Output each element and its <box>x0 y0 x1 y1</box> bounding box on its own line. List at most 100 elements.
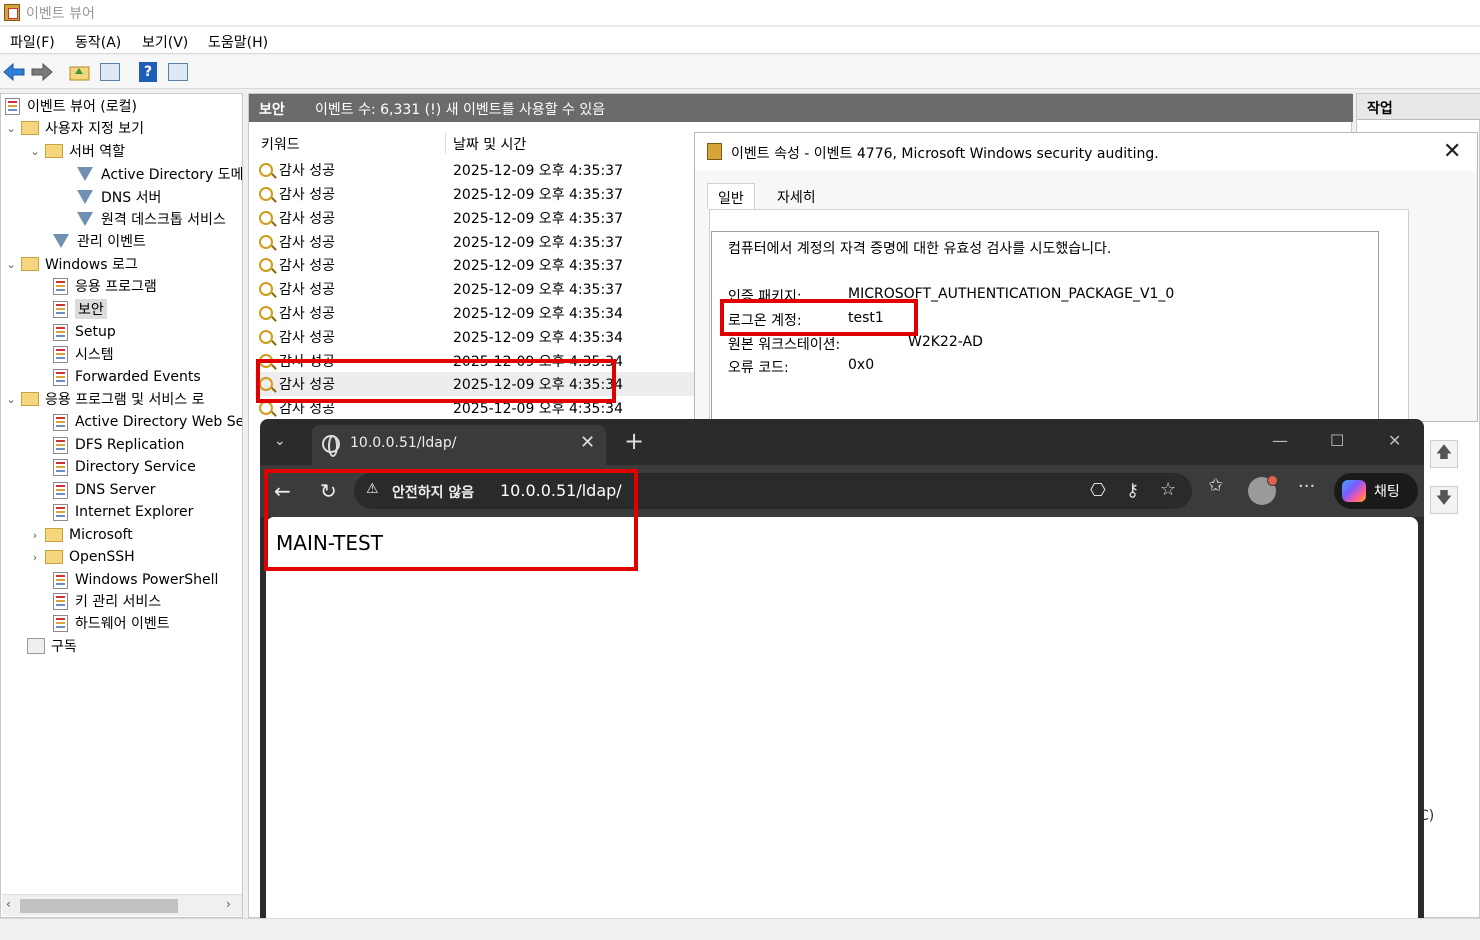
tree-ad-web[interactable]: Active Directory Web Ser <box>53 411 242 433</box>
actions-header: 작업 <box>1357 94 1480 120</box>
copilot-chat-button[interactable]: 채팅 <box>1334 473 1418 509</box>
back-arrow-icon[interactable] <box>2 60 26 84</box>
scrollbar-thumb[interactable] <box>20 899 178 913</box>
tab-close-icon[interactable]: ✕ <box>580 432 595 453</box>
favorites-icon[interactable]: ✩ <box>1208 475 1223 496</box>
tab-details[interactable]: 자세히 <box>767 183 826 209</box>
audit-success-key-icon <box>259 187 273 201</box>
dialog-title-bar: 이벤트 속성 - 이벤트 4776, Microsoft Windows sec… <box>695 133 1477 171</box>
tree-key-management[interactable]: 키 관리 서비스 <box>53 590 161 612</box>
event-list-columns: 키워드 날짜 및 시간 <box>255 130 695 156</box>
annotation-box-event-row <box>256 359 616 403</box>
move-up-icon[interactable]: 🡅 <box>1430 440 1458 468</box>
scroll-right-icon[interactable]: › <box>226 897 231 911</box>
log-name: 보안 <box>259 102 285 118</box>
open-folder-icon[interactable] <box>68 60 92 84</box>
show-hide-tree-icon[interactable] <box>98 60 122 84</box>
event-row[interactable]: 감사 성공 2025-12-09 오후 4:35:37 <box>255 158 695 182</box>
event-keyword: 감사 성공 <box>279 306 335 322</box>
tab-actions-chevron-icon[interactable]: ⌄ <box>274 433 286 449</box>
menu-bar: 파일(F) 동작(A) 보기(V) 도움말(H) <box>0 27 1480 54</box>
expand-chevron-icon[interactable]: ⌄ <box>5 122 17 135</box>
more-menu-icon[interactable]: ··· <box>1298 476 1315 497</box>
tree-dns-server[interactable]: DNS 서버 <box>77 186 161 208</box>
browser-tab[interactable]: 10.0.0.51/ldap/ ✕ <box>312 425 606 465</box>
copilot-icon[interactable]: ⎔ <box>1090 480 1106 501</box>
event-datetime: 2025-12-09 오후 4:35:37 <box>453 187 623 203</box>
tree-directory-service[interactable]: Directory Service <box>53 456 196 478</box>
scroll-left-icon[interactable]: ‹ <box>6 897 11 911</box>
close-icon[interactable]: ✕ <box>1443 139 1461 164</box>
tree-hardware-events[interactable]: 하드웨어 이벤트 <box>53 612 170 634</box>
window-close-icon[interactable]: ✕ <box>1388 431 1401 450</box>
menu-file[interactable]: 파일(F) <box>10 32 55 52</box>
tree-setup[interactable]: Setup <box>53 321 116 343</box>
event-row[interactable]: 감사 성공 2025-12-09 오후 4:35:37 <box>255 230 695 254</box>
profile-avatar[interactable] <box>1248 475 1278 505</box>
event-datetime: 2025-12-09 오후 4:35:37 <box>453 163 623 179</box>
folder-icon <box>21 257 39 271</box>
minimize-icon[interactable]: — <box>1272 431 1288 450</box>
event-row[interactable]: 감사 성공 2025-12-09 오후 4:35:37 <box>255 253 695 277</box>
expand-chevron-icon[interactable]: ⌄ <box>5 393 17 406</box>
tree-subscriptions[interactable]: 구독 <box>27 635 77 657</box>
collapsed-chevron-icon[interactable]: › <box>29 529 41 542</box>
log-header: 보안 이벤트 수: 6,331 (!) 새 이벤트를 사용할 수 있음 <box>249 94 1353 122</box>
tree-custom-views[interactable]: ⌄ 사용자 지정 보기 <box>5 117 144 139</box>
move-down-icon[interactable]: 🡇 <box>1430 486 1458 514</box>
event-row[interactable]: 감사 성공 2025-12-09 오후 4:35:37 <box>255 206 695 230</box>
title-bar: 이벤트 뷰어 <box>0 0 1480 26</box>
event-datetime: 2025-12-09 오후 4:35:37 <box>453 258 623 274</box>
filter-icon <box>77 190 93 204</box>
event-row[interactable]: 감사 성공 2025-12-09 오후 4:35:37 <box>255 277 695 301</box>
tree-dfs[interactable]: DFS Replication <box>53 434 184 456</box>
tree-horizontal-scrollbar[interactable]: ‹ › <box>2 894 242 916</box>
folder-icon <box>45 550 63 564</box>
help-icon[interactable]: ? <box>136 60 160 84</box>
tree-server-roles[interactable]: ⌄ 서버 역할 <box>29 140 125 162</box>
column-keyword[interactable]: 키워드 <box>261 134 300 154</box>
favorite-star-icon[interactable]: ☆ <box>1160 479 1176 500</box>
tree-ad-domain[interactable]: Active Directory 도메 <box>77 163 242 185</box>
expand-chevron-icon[interactable]: ⌄ <box>29 145 41 158</box>
audit-success-key-icon <box>259 258 273 272</box>
tree-powershell[interactable]: Windows PowerShell <box>53 569 218 591</box>
tree-application[interactable]: 응용 프로그램 <box>53 275 157 297</box>
tree-admin-events[interactable]: 관리 이벤트 <box>53 230 146 252</box>
tab-general[interactable]: 일반 <box>707 183 755 209</box>
annotation-box-browser-url <box>264 469 638 571</box>
properties-icon[interactable] <box>166 60 190 84</box>
tree-ie[interactable]: Internet Explorer <box>53 501 193 523</box>
folder-icon <box>21 121 39 135</box>
tree-apps-services[interactable]: ⌄ 응용 프로그램 및 서비스 로 <box>5 388 204 410</box>
event-keyword: 감사 성공 <box>279 258 335 274</box>
tree-remote-desktop[interactable]: 원격 데스크톱 서비스 <box>77 208 226 230</box>
tree-security[interactable]: 보안 <box>53 298 107 320</box>
forward-arrow-icon[interactable] <box>30 60 54 84</box>
annotation-box-logon-account <box>720 299 918 336</box>
menu-action[interactable]: 동작(A) <box>75 32 121 52</box>
event-row[interactable]: 감사 성공 2025-12-09 오후 4:35:34 <box>255 301 695 325</box>
tree-forwarded[interactable]: Forwarded Events <box>53 366 201 388</box>
expand-chevron-icon[interactable]: ⌄ <box>5 258 17 271</box>
filter-icon <box>77 167 93 181</box>
column-datetime[interactable]: 날짜 및 시간 <box>453 134 526 154</box>
tree-openssh[interactable]: › OpenSSH <box>29 546 135 568</box>
maximize-icon[interactable]: ☐ <box>1330 431 1344 450</box>
tree-windows-logs[interactable]: ⌄ Windows 로그 <box>5 253 138 275</box>
audit-success-key-icon <box>259 306 273 320</box>
folder-icon <box>45 528 63 542</box>
key-icon[interactable]: ⚷ <box>1126 480 1139 501</box>
tree-system[interactable]: 시스템 <box>53 343 114 365</box>
new-tab-icon[interactable]: + <box>624 427 644 455</box>
tree-dns-server-log[interactable]: DNS Server <box>53 479 156 501</box>
menu-view[interactable]: 보기(V) <box>142 32 188 52</box>
collapsed-chevron-icon[interactable]: › <box>29 551 41 564</box>
tree-microsoft[interactable]: › Microsoft <box>29 524 133 546</box>
event-datetime: 2025-12-09 오후 4:35:37 <box>453 282 623 298</box>
status-bar <box>0 918 1480 940</box>
menu-help[interactable]: 도움말(H) <box>208 32 268 52</box>
tree-root[interactable]: 이벤트 뷰어 (로컬) <box>5 95 137 117</box>
event-row[interactable]: 감사 성공 2025-12-09 오후 4:35:37 <box>255 182 695 206</box>
event-row[interactable]: 감사 성공 2025-12-09 오후 4:35:34 <box>255 325 695 349</box>
